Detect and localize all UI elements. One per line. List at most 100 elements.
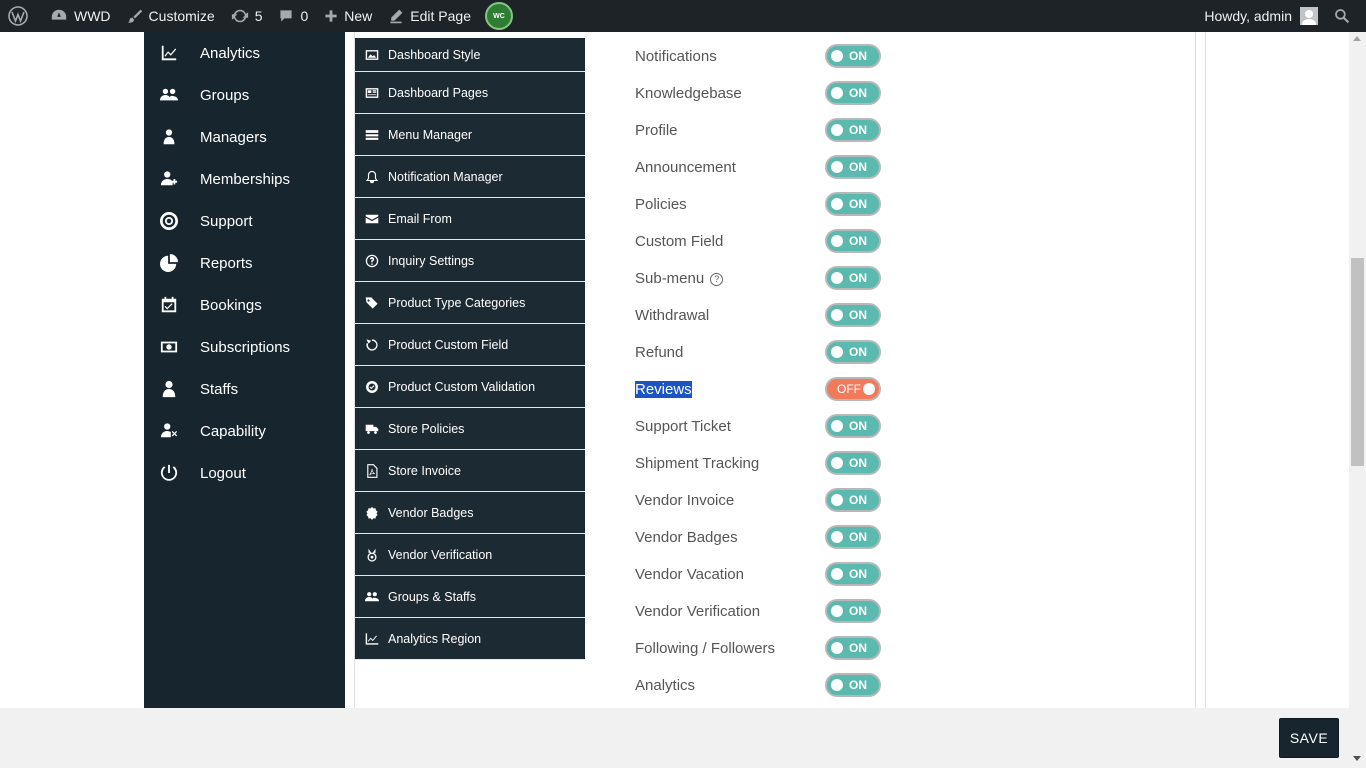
sidebar-item-bookings[interactable]: Bookings [144,284,345,326]
toggle-switch[interactable]: ON [825,229,881,253]
sidebar-item-analytics[interactable]: Analytics [144,32,345,74]
toggle-state: ON [849,419,867,433]
option-label: Sub-menu? [635,270,724,287]
admin-search-button[interactable] [1326,0,1366,32]
menu-item-product-type-categories[interactable]: Product Type Categories [355,282,585,324]
dashboard-icon [51,9,67,20]
plugin-badge-icon[interactable]: WC [485,2,514,30]
account-menu[interactable]: Howdy, admin [1196,0,1326,32]
option-label-text: Sub-menu [635,270,705,287]
menu-item-dashboard-pages[interactable]: Dashboard Pages [355,72,585,114]
toggle-knob [831,531,843,543]
customize-link[interactable]: Customize [119,0,223,32]
menu-item-inquiry-settings[interactable]: Inquiry Settings [355,240,585,282]
toggle-state: ON [849,86,867,100]
menu-item-product-custom-validation[interactable]: Product Custom Validation [355,366,585,408]
line-chart-icon [365,632,379,645]
menu-item-vendor-badges[interactable]: Vendor Badges [355,492,585,534]
toggle-switch[interactable]: ON [825,562,881,586]
menu-item-vendor-verification[interactable]: Vendor Verification [355,534,585,576]
comment-icon [280,10,293,22]
scroll-up-arrow-icon[interactable] [1353,36,1361,41]
verification-icon [367,548,377,562]
option-row: Refund ON [635,334,935,371]
option-label: Profile [635,122,678,139]
option-row: Vendor Badges ON [635,519,935,556]
menu-item-label: Menu Manager [388,127,473,142]
sidebar-item-memberships[interactable]: Memberships [144,158,345,200]
toggle-knob [831,124,843,136]
save-button[interactable]: SAVE [1279,718,1339,758]
toggle-switch[interactable]: ON [825,451,881,475]
help-icon[interactable]: ? [710,272,724,286]
comments-count: 0 [300,8,309,24]
toggle-switch[interactable]: ON [825,599,881,623]
menu-item-menu-manager[interactable]: Menu Manager [355,114,585,156]
menu-item-analytics-region[interactable]: Analytics Region [355,618,585,660]
option-label: Reviews [635,381,692,398]
toggle-switch[interactable]: ON [825,636,881,660]
menu-item-label: Store Invoice [388,463,461,478]
updates-icon [231,9,248,23]
sidebar-item-managers[interactable]: Managers [144,116,345,158]
managers-icon [163,129,175,145]
sidebar-item-reports[interactable]: Reports [144,242,345,284]
toggle-switch[interactable]: ON [825,266,881,290]
toggle-switch[interactable]: ON [825,673,881,697]
menu-item-label: Product Type Categories [388,295,526,310]
toggle-knob [831,457,843,469]
toggle-switch[interactable]: OFF [825,377,881,401]
bookings-icon [161,296,177,313]
toggle-switch[interactable]: ON [825,118,881,142]
comments-link[interactable]: 0 [270,0,316,32]
groups-icon [160,88,178,101]
new-content-link[interactable]: New [316,0,380,32]
toggle-switch[interactable]: ON [825,488,881,512]
sidebar-item-subscriptions[interactable]: Subscriptions [144,326,345,368]
option-row: Notifications ON [635,38,935,75]
option-row: Reviews OFF [635,371,935,408]
wordpress-icon [8,6,28,26]
menu-item-groups-staffs[interactable]: Groups & Staffs [355,576,585,618]
toggle-switch[interactable]: ON [825,340,881,364]
module-options: Notifications ON Knowledgebase ON Profile O… [635,38,935,704]
option-row: Knowledgebase ON [635,75,935,112]
sidebar-item-staffs[interactable]: Staffs [144,368,345,410]
sidebar-item-capability[interactable]: Capability [144,410,345,452]
toggle-switch[interactable]: ON [825,44,881,68]
toggle-state: ON [849,567,867,581]
option-row: Vendor Invoice ON [635,482,935,519]
toggle-switch[interactable]: ON [825,155,881,179]
option-label: Refund [635,344,684,361]
option-row: Announcement ON [635,149,935,186]
toggle-switch[interactable]: ON [825,414,881,438]
wordpress-logo-button[interactable] [0,0,42,32]
menu-item-product-custom-field[interactable]: Product Custom Field [355,324,585,366]
option-label: Custom Field [635,233,724,250]
site-name-link[interactable]: WWD [42,0,119,32]
site-name: WWD [74,8,111,24]
menu-item-email-from[interactable]: Email From [355,198,585,240]
updates-count: 5 [254,8,263,24]
menu-item-store-invoice[interactable]: Store Invoice [355,450,585,492]
toggle-switch[interactable]: ON [825,525,881,549]
logout-icon [160,464,178,481]
menu-item-store-policies[interactable]: Store Policies [355,408,585,450]
edit-page-link[interactable]: Edit Page [380,0,479,32]
scrollbar-thumb[interactable] [1351,258,1364,466]
option-label: Vendor Vacation [635,566,744,583]
menu-item-dashboard-style[interactable]: Dashboard Style [355,38,585,72]
sidebar-item-groups[interactable]: Groups [144,74,345,116]
toggle-switch[interactable]: ON [825,192,881,216]
menu-item-notification-manager[interactable]: Notification Manager [355,156,585,198]
scroll-down-arrow-icon[interactable] [1353,756,1361,761]
toggle-switch[interactable]: ON [825,81,881,105]
toggle-state: ON [849,197,867,211]
sidebar-item-label: Logout [200,464,246,482]
toggle-state: ON [849,604,867,618]
toggle-switch[interactable]: ON [825,303,881,327]
sidebar-item-logout[interactable]: Logout [144,452,345,494]
updates-link[interactable]: 5 [223,0,271,32]
sidebar-item-label: Managers [200,128,267,146]
sidebar-item-support[interactable]: Support [144,200,345,242]
